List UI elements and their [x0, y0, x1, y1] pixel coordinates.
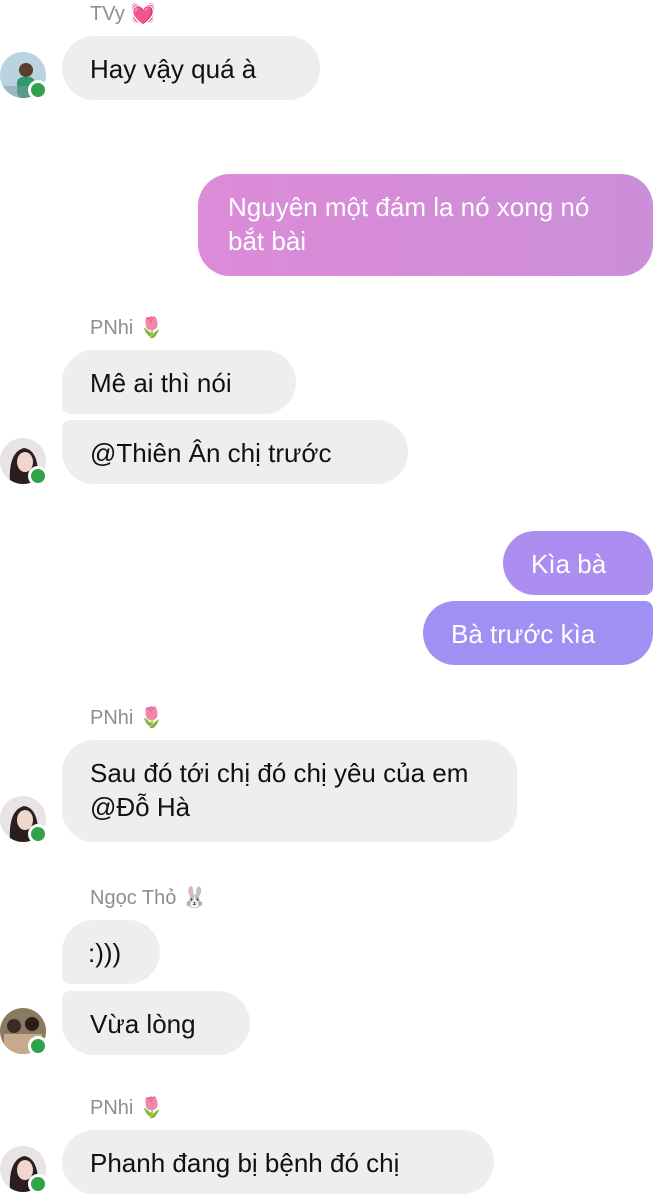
sender-name: PNhi 🌷 — [90, 707, 165, 729]
avatar[interactable] — [0, 1146, 48, 1194]
message-bubble-outgoing[interactable]: Bà trước kìa — [423, 601, 653, 665]
online-status-dot — [28, 466, 48, 486]
message-bubble-incoming[interactable]: Hay vậy quá à — [62, 36, 320, 100]
sender-name: PNhi 🌷 — [90, 317, 165, 339]
rabbit-emoji-icon: 🐰 — [182, 887, 208, 909]
heart-emoji-icon: 💓 — [130, 3, 156, 25]
online-status-dot — [28, 1036, 48, 1056]
message-bubble-incoming[interactable]: Phanh đang bị bệnh đó chị — [62, 1130, 494, 1194]
avatar[interactable] — [0, 438, 48, 486]
online-status-dot — [28, 824, 48, 844]
sender-name: PNhi 🌷 — [90, 1097, 165, 1119]
message-bubble-incoming[interactable]: Sau đó tới chị đó chị yêu của em @Đỗ Hà — [62, 740, 517, 842]
avatar[interactable] — [0, 1008, 48, 1056]
message-bubble-incoming[interactable]: Vừa lòng — [62, 991, 250, 1055]
message-bubble-incoming[interactable]: Mê ai thì nói — [62, 350, 296, 414]
tulip-emoji-icon: 🌷 — [139, 317, 165, 339]
tulip-emoji-icon: 🌷 — [139, 707, 165, 729]
message-bubble-incoming[interactable]: :))) — [62, 920, 160, 984]
online-status-dot — [28, 80, 48, 100]
message-bubble-outgoing[interactable]: Nguyên một đám la nó xong nó bắt bài — [198, 174, 653, 276]
message-bubble-outgoing[interactable]: Kìa bà — [503, 531, 653, 595]
sender-name: Ngọc Thỏ 🐰 — [90, 887, 208, 909]
message-bubble-incoming[interactable]: @Thiên Ân chị trước — [62, 420, 408, 484]
avatar[interactable] — [0, 52, 48, 100]
avatar[interactable] — [0, 796, 48, 844]
online-status-dot — [28, 1174, 48, 1194]
sender-name: TVy 💓 — [90, 3, 156, 25]
tulip-emoji-icon: 🌷 — [139, 1097, 165, 1119]
